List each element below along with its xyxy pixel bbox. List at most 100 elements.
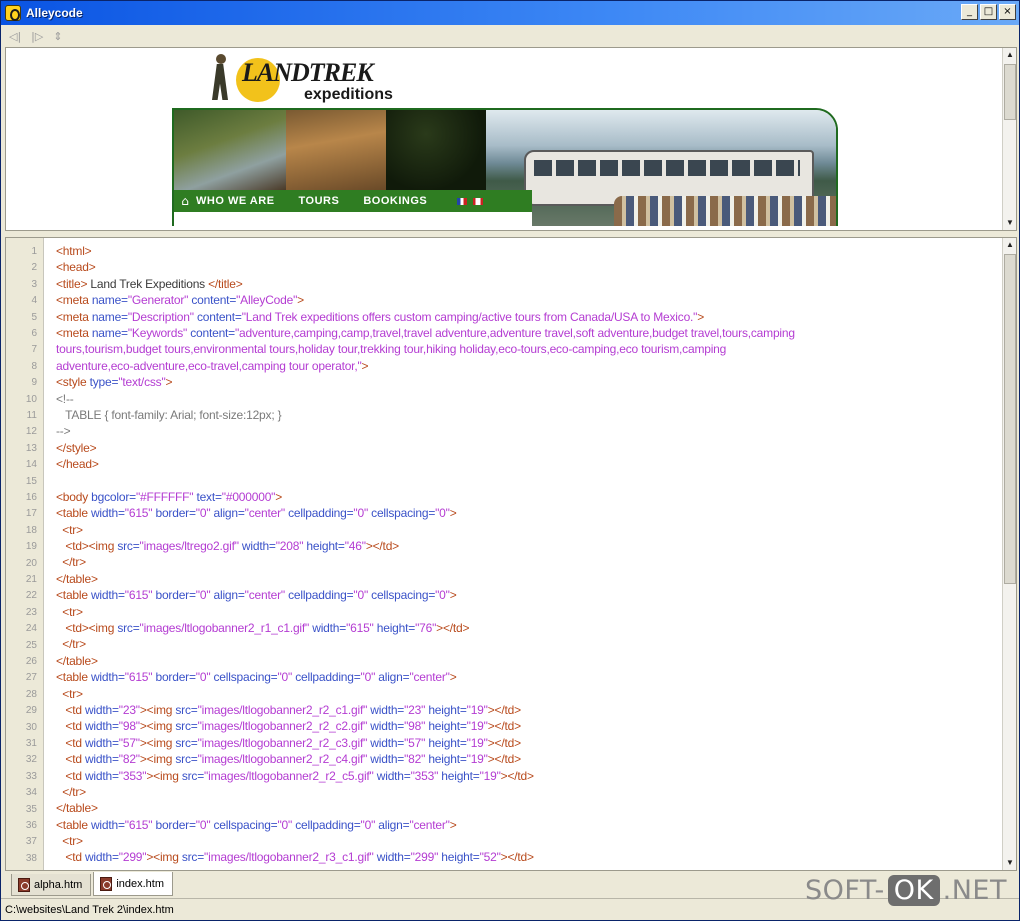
code-token: <html> — [56, 244, 92, 258]
canadian-flag-icon[interactable] — [473, 197, 484, 205]
code-token: ></td> — [500, 768, 534, 783]
code-token: </head> — [56, 457, 99, 472]
scroll-up-arrow-icon[interactable]: ▲ — [1003, 48, 1017, 62]
code-line[interactable]: </tr> — [56, 785, 996, 801]
code-line[interactable]: <td><img src="images/ltrego2.gif" width=… — [56, 539, 996, 555]
code-line[interactable]: <table width="615" border="0" cellspacin… — [56, 818, 996, 834]
forward-button[interactable]: |▷ — [31, 30, 43, 43]
code-line[interactable] — [56, 473, 996, 489]
code-token: ><img — [139, 735, 176, 750]
code-token: <td — [56, 719, 85, 734]
code-token: "images/ltlogobanner2_r2_c4.gif" — [197, 752, 368, 767]
code-line[interactable]: <td width="82"><img src="images/ltlogoba… — [56, 752, 996, 768]
maximize-button[interactable]: □ — [980, 4, 997, 20]
code-line[interactable]: <tr> — [56, 834, 996, 850]
code-token: </table> — [56, 571, 98, 586]
back-button[interactable]: ◁| — [9, 30, 21, 43]
preview-toolbar: ◁| |▷ ⇕ — [1, 25, 1019, 47]
refresh-button[interactable]: ⇕ — [53, 30, 62, 43]
code-line[interactable]: </style> — [56, 441, 996, 457]
tab-index-htm[interactable]: index.htm — [93, 872, 174, 896]
scroll-down-arrow-icon[interactable]: ▼ — [1003, 216, 1017, 230]
editor-scroll-thumb[interactable] — [1004, 254, 1016, 584]
code-line[interactable]: <body bgcolor="#FFFFFF" text="#000000"> — [56, 490, 996, 506]
code-line[interactable]: <tr> — [56, 687, 996, 703]
tab-label: alpha.htm — [34, 878, 83, 891]
code-line[interactable]: </tr> — [56, 637, 996, 653]
code-editor[interactable]: 1 2 3 4 5 6 7 8 9 10 11 12 13 14 15 16 17 18 19 20 21 22 23 24 2… — [5, 237, 1017, 871]
code-line[interactable]: <meta name="Generator" content="AlleyCod… — [56, 293, 996, 309]
code-token: <meta — [56, 309, 92, 324]
code-token: "0" — [195, 670, 211, 685]
code-token: <tr> — [56, 522, 83, 537]
preview-scroll-thumb[interactable] — [1004, 64, 1016, 120]
code-token: border= — [152, 670, 196, 685]
code-line[interactable]: <meta name="Description" content="Land T… — [56, 310, 996, 326]
tab-alpha-htm[interactable]: alpha.htm — [11, 874, 92, 896]
code-line[interactable]: <html> — [56, 244, 996, 260]
code-line[interactable]: <tr> — [56, 605, 996, 621]
french-flag-icon[interactable] — [457, 197, 468, 205]
code-line[interactable]: </table> — [56, 572, 996, 588]
code-token: "images/ltlogobanner2_r2_c1.gif" — [197, 702, 368, 717]
code-line[interactable]: tours,tourism,budget tours,environmental… — [56, 342, 996, 358]
code-token: "images/ltlogobanner2_r2_c3.gif" — [197, 735, 368, 750]
code-token: "299" — [118, 850, 147, 865]
code-line[interactable]: </head> — [56, 457, 996, 473]
code-line[interactable]: <td><img src="images/ltlogobanner2_r1_c1… — [56, 621, 996, 637]
code-line[interactable]: TABLE { font-family: Arial; font-size:12… — [56, 408, 996, 424]
code-token: "615" — [124, 506, 153, 521]
code-line[interactable]: <style type="text/css"> — [56, 375, 996, 391]
alleycode-app-icon[interactable] — [5, 5, 21, 21]
code-line[interactable]: <tr> — [56, 523, 996, 539]
code-line[interactable]: <td width="353"><img src="images/ltlogob… — [56, 769, 996, 785]
code-line[interactable]: <table width="615" border="0" cellspacin… — [56, 670, 996, 686]
code-token: bgcolor= — [91, 489, 136, 504]
code-token: src= — [175, 719, 198, 734]
line-number: 3 — [31, 278, 37, 290]
code-line[interactable]: --> — [56, 424, 996, 440]
line-number: 23 — [25, 606, 37, 618]
code-token: content= — [188, 293, 237, 308]
title-bar[interactable]: Alleycode _ □ × — [1, 1, 1019, 25]
code-line[interactable]: <td width="299"><img src="images/ltlogob… — [56, 850, 996, 866]
home-icon[interactable]: ⌂ — [174, 194, 196, 208]
scroll-up-arrow-icon[interactable]: ▲ — [1003, 238, 1017, 252]
code-line[interactable]: </tr> — [56, 555, 996, 571]
nav-tours[interactable]: TOURS — [299, 195, 340, 207]
code-token: height= — [425, 702, 467, 717]
line-number: 34 — [25, 787, 37, 799]
code-line[interactable]: </table> — [56, 801, 996, 817]
code-line[interactable]: <td width="98"><img src="images/ltlogoba… — [56, 719, 996, 735]
code-token: TABLE { font-family: Arial; font-size:12… — [56, 407, 282, 422]
nav-bookings[interactable]: BOOKINGS — [363, 195, 427, 207]
code-line[interactable]: <table width="615" border="0" align="cen… — [56, 506, 996, 522]
code-token: <td — [56, 735, 85, 750]
nav-who-we-are[interactable]: WHO WE ARE — [196, 195, 275, 207]
line-number: 36 — [25, 820, 37, 831]
code-token: "0" — [195, 588, 211, 603]
code-line[interactable]: adventure,eco-adventure,eco-travel,campi… — [56, 359, 996, 375]
code-line[interactable]: <td width="57"><img src="images/ltlogoba… — [56, 736, 996, 752]
minimize-button[interactable]: _ — [961, 4, 978, 20]
code-line[interactable]: <table width="615" border="0" align="cen… — [56, 588, 996, 604]
code-line[interactable]: <!-- — [56, 392, 996, 408]
code-line[interactable]: <meta name="Keywords" content="adventure… — [56, 326, 996, 342]
editor-scrollbar[interactable]: ▲ ▼ — [1002, 238, 1016, 870]
code-line[interactable]: </table> — [56, 654, 996, 670]
html-preview-pane[interactable]: LANDTREK expeditions ⌂ WHO WE ARE TOURS … — [5, 47, 1017, 231]
code-content[interactable]: <html> <head> <title> Land Trek Expedition… — [56, 244, 996, 867]
scroll-down-arrow-icon[interactable]: ▼ — [1003, 856, 1017, 870]
code-token: content= — [187, 325, 235, 340]
code-token: "#000000" — [221, 489, 276, 504]
code-token: "#FFFFFF" — [135, 489, 194, 504]
preview-scrollbar[interactable]: ▲ ▼ — [1002, 48, 1016, 230]
line-number: 20 — [25, 557, 37, 569]
close-button[interactable]: × — [999, 4, 1016, 20]
code-token: ><img — [139, 752, 176, 767]
code-line[interactable]: <title> Land Trek Expeditions </title> — [56, 277, 996, 293]
code-line[interactable]: <td width="23"><img src="images/ltlogoba… — [56, 703, 996, 719]
code-token: "98" — [118, 719, 140, 734]
code-token: align= — [210, 506, 245, 521]
code-line[interactable]: <head> — [56, 260, 996, 276]
